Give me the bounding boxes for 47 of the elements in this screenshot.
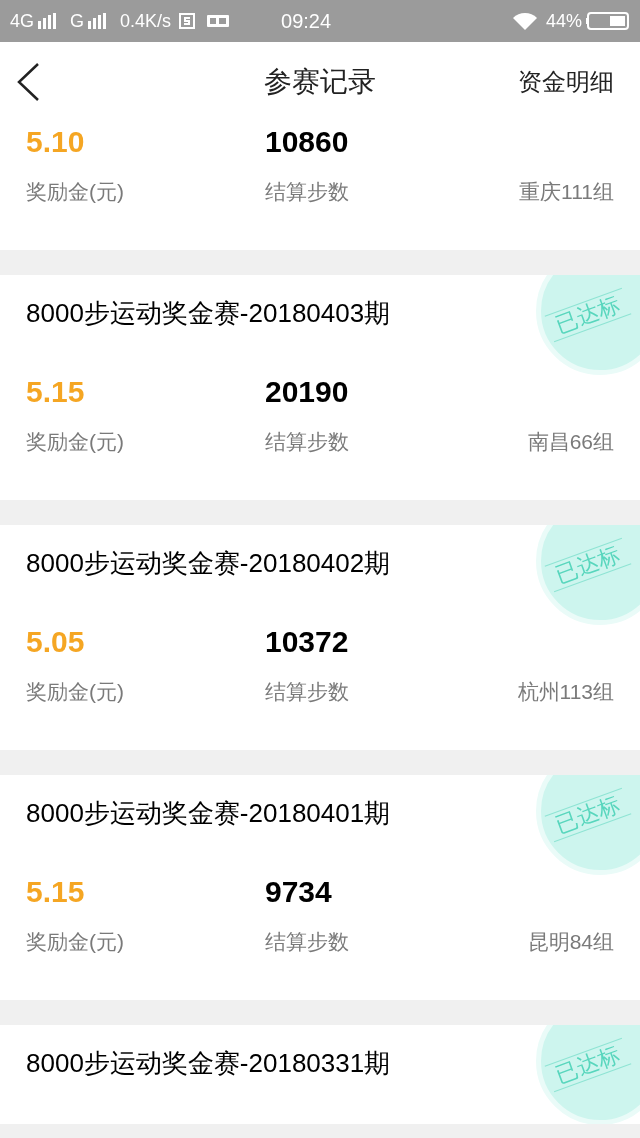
step-count: 9734 [265,874,332,910]
step-count: 20190 [265,374,349,410]
steps-label: 结算步数 [265,679,349,706]
page-title: 参赛记录 [264,65,376,99]
contest-title: 8000步运动奖金赛-20180402期 [26,547,391,580]
battery-icon [586,12,630,30]
group-name: 杭州113组 [517,679,614,706]
app-icon [179,13,196,29]
stamp-text: 已达标 [553,293,623,337]
battery-percent: 44% [545,9,582,33]
signal-icon [88,13,109,29]
contest-title: 8000步运动奖金赛-20180403期 [26,297,391,330]
signal-icon [38,13,58,29]
network-type: G [70,9,85,33]
reward-amount: 5.10 [26,124,86,160]
reward-amount: 5.05 [26,624,86,660]
fund-details-link[interactable]: 资金明细 [518,64,614,100]
record-card[interactable]: 已达标 8000步运动奖金赛-20180403期 5.15 20190 奖励金(元) 结算步数 南昌66组 [0,275,640,500]
stamp-text: 已达标 [553,1043,623,1087]
steps-label: 结算步数 [265,929,349,956]
group-name: 重庆111组 [519,179,614,206]
record-card[interactable]: 已达标 8000步运动奖金赛-20180401期 5.15 9734 奖励金(元) 结算步数 昆明84组 [0,775,640,1000]
news-app-icon [207,15,230,27]
steps-label: 结算步数 [265,429,349,456]
reward-label: 奖励金(元) [26,429,125,456]
reward-label: 奖励金(元) [26,179,125,206]
reward-label: 奖励金(元) [26,679,125,706]
step-count: 10860 [265,124,349,160]
group-name: 南昌66组 [527,429,614,456]
stamp-text: 已达标 [553,543,623,587]
back-icon [16,62,40,102]
wifi-icon [511,12,538,30]
group-name: 昆明84组 [527,929,614,956]
clock: 09:24 [281,9,332,34]
reward-amount: 5.15 [26,874,86,910]
network-speed: 0.4K/s [120,9,172,33]
network-type: 4G [10,9,34,33]
contest-title: 8000步运动奖金赛-20180401期 [26,797,391,830]
record-card[interactable]: 已达标 8000步运动奖金赛-20180331期 [0,1025,640,1124]
reward-label: 奖励金(元) [26,929,125,956]
stamp-text: 已达标 [553,793,623,837]
step-count: 10372 [265,624,349,660]
reward-amount: 5.15 [26,374,86,410]
record-card[interactable]: 已达标 8000步运动奖金赛-20180402期 5.05 10372 奖励金(元) 结算步数 杭州113组 [0,525,640,750]
contest-title: 8000步运动奖金赛-20180331期 [26,1047,391,1080]
record-card[interactable]: 5.10 10860 奖励金(元) 结算步数 重庆111组 [0,122,640,250]
steps-label: 结算步数 [265,179,349,206]
